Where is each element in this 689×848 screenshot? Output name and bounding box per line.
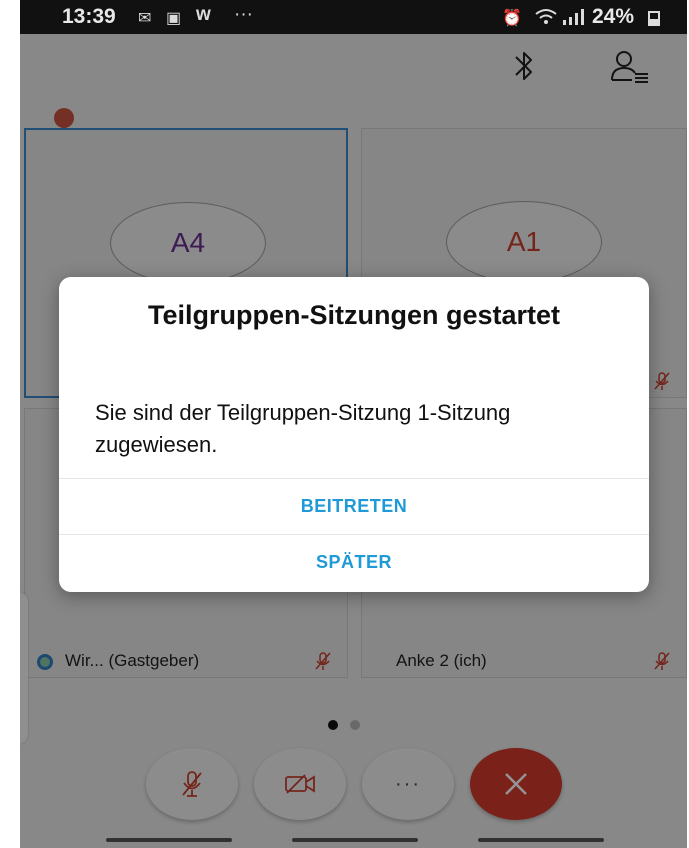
wifi-icon: [534, 8, 558, 29]
app-notification-letter: w: [196, 4, 211, 25]
dialog-title: Teilgruppen-Sitzungen gestartet: [147, 300, 560, 330]
mail-notification-icon: ✉: [138, 10, 152, 27]
dialog-message: Sie sind der Teilgruppen-Sitzung 1-Sitzu…: [95, 400, 511, 457]
status-time: 13:39: [62, 5, 116, 28]
battery-percent: 24%: [592, 5, 635, 28]
battery-icon: [648, 11, 660, 26]
breakout-session-dialog: Teilgruppen-Sitzungen gestartet Sie sind…: [59, 277, 649, 592]
join-button[interactable]: BEITRETEN: [59, 478, 649, 534]
signal-icon: [562, 9, 586, 30]
status-bar: 13:39 ✉ ▣ w ··· ⏰ 24%: [20, 0, 687, 34]
later-button[interactable]: SPÄTER: [59, 534, 649, 590]
alarm-icon: ⏰: [502, 10, 522, 27]
messenger-notification-icon: ▣: [166, 10, 182, 27]
more-notifications-icon: ···: [234, 4, 253, 25]
